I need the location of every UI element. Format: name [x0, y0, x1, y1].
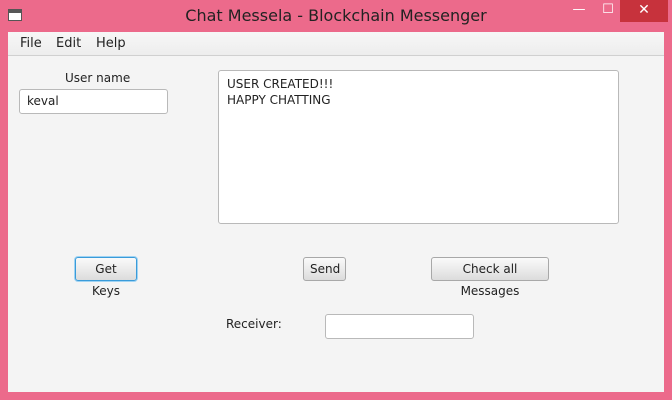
- app-window: Chat Messela - Blockchain Messenger — ☐ …: [0, 0, 672, 400]
- message-line: HAPPY CHATTING: [227, 93, 331, 107]
- maximize-button[interactable]: ☐: [594, 0, 622, 22]
- menu-bar: File Edit Help: [8, 32, 664, 56]
- menu-edit[interactable]: Edit: [56, 36, 81, 51]
- receiver-label: Receiver:: [226, 317, 282, 331]
- title-bar[interactable]: Chat Messela - Blockchain Messenger — ☐ …: [0, 0, 672, 32]
- message-line: USER CREATED!!!: [227, 77, 334, 91]
- send-button[interactable]: Send: [303, 257, 346, 281]
- receiver-field[interactable]: [325, 314, 474, 339]
- message-textarea[interactable]: USER CREATED!!! HAPPY CHATTING: [218, 70, 619, 224]
- main-content: User name keval USER CREATED!!! HAPPY CH…: [8, 56, 664, 392]
- username-field[interactable]: keval: [19, 89, 168, 114]
- check-all-messages-button[interactable]: Check all Messages: [431, 257, 549, 298]
- get-keys-button[interactable]: Get Keys: [75, 257, 137, 298]
- minimize-button[interactable]: —: [565, 0, 593, 22]
- username-label: User name: [65, 71, 131, 85]
- window-bottom-border: [0, 392, 672, 400]
- menu-help[interactable]: Help: [96, 36, 126, 51]
- menu-file[interactable]: File: [20, 36, 42, 51]
- close-button[interactable]: ✕: [620, 0, 668, 22]
